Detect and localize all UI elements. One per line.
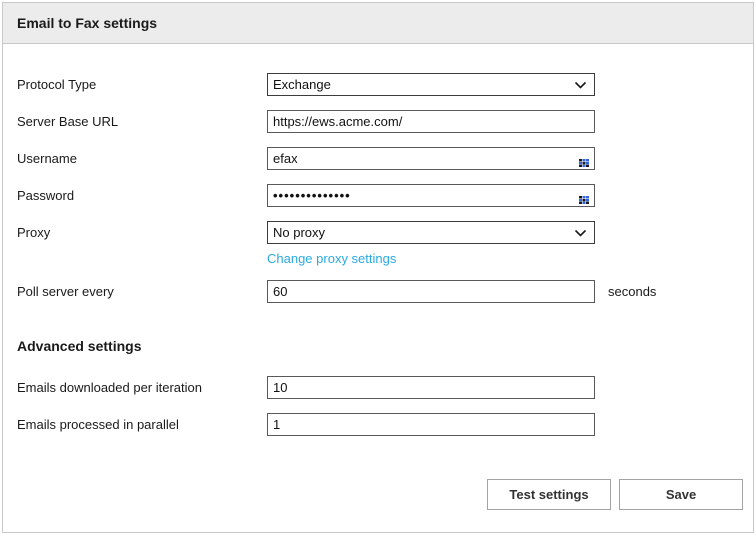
proxy-value: No proxy xyxy=(273,225,325,240)
proxy-link-row: Change proxy settings xyxy=(267,251,753,266)
poll-server-unit: seconds xyxy=(608,280,656,299)
save-button[interactable]: Save xyxy=(619,479,743,510)
chevron-down-icon xyxy=(574,81,587,90)
poll-server-row: Poll server every seconds xyxy=(17,280,753,303)
emails-per-iteration-row: Emails downloaded per iteration xyxy=(17,376,753,399)
page-title: Email to Fax settings xyxy=(17,15,157,31)
server-base-url-input[interactable] xyxy=(267,110,595,133)
protocol-type-row: Protocol Type Exchange xyxy=(17,73,753,96)
emails-parallel-input[interactable] xyxy=(267,413,595,436)
protocol-type-select[interactable]: Exchange xyxy=(267,73,595,96)
protocol-type-value: Exchange xyxy=(273,77,331,92)
change-proxy-settings-link[interactable]: Change proxy settings xyxy=(267,251,396,266)
username-row: Username xyxy=(17,147,753,170)
username-label: Username xyxy=(17,147,267,166)
protocol-type-label: Protocol Type xyxy=(17,73,267,92)
proxy-label: Proxy xyxy=(17,221,267,240)
password-input[interactable] xyxy=(267,184,595,207)
panel-header: Email to Fax settings xyxy=(3,3,753,44)
poll-server-input[interactable] xyxy=(267,280,595,303)
server-base-url-label: Server Base URL xyxy=(17,110,267,129)
action-button-bar: Test settings Save xyxy=(487,479,743,510)
chevron-down-icon xyxy=(574,229,587,238)
emails-per-iteration-label: Emails downloaded per iteration xyxy=(17,376,267,395)
emails-parallel-label: Emails processed in parallel xyxy=(17,413,267,432)
settings-form: Protocol Type Exchange Server Base URL U… xyxy=(3,44,753,436)
settings-panel: Email to Fax settings Protocol Type Exch… xyxy=(2,2,754,533)
advanced-settings-heading: Advanced settings xyxy=(17,338,753,354)
poll-server-label: Poll server every xyxy=(17,280,267,299)
proxy-select[interactable]: No proxy xyxy=(267,221,595,244)
proxy-row: Proxy No proxy xyxy=(17,221,753,244)
emails-per-iteration-input[interactable] xyxy=(267,376,595,399)
password-row: Password xyxy=(17,184,753,207)
grid-dots-icon[interactable] xyxy=(579,155,589,163)
grid-dots-icon[interactable] xyxy=(579,192,589,200)
test-settings-button[interactable]: Test settings xyxy=(487,479,611,510)
emails-parallel-row: Emails processed in parallel xyxy=(17,413,753,436)
password-label: Password xyxy=(17,184,267,203)
server-base-url-row: Server Base URL xyxy=(17,110,753,133)
username-input[interactable] xyxy=(267,147,595,170)
